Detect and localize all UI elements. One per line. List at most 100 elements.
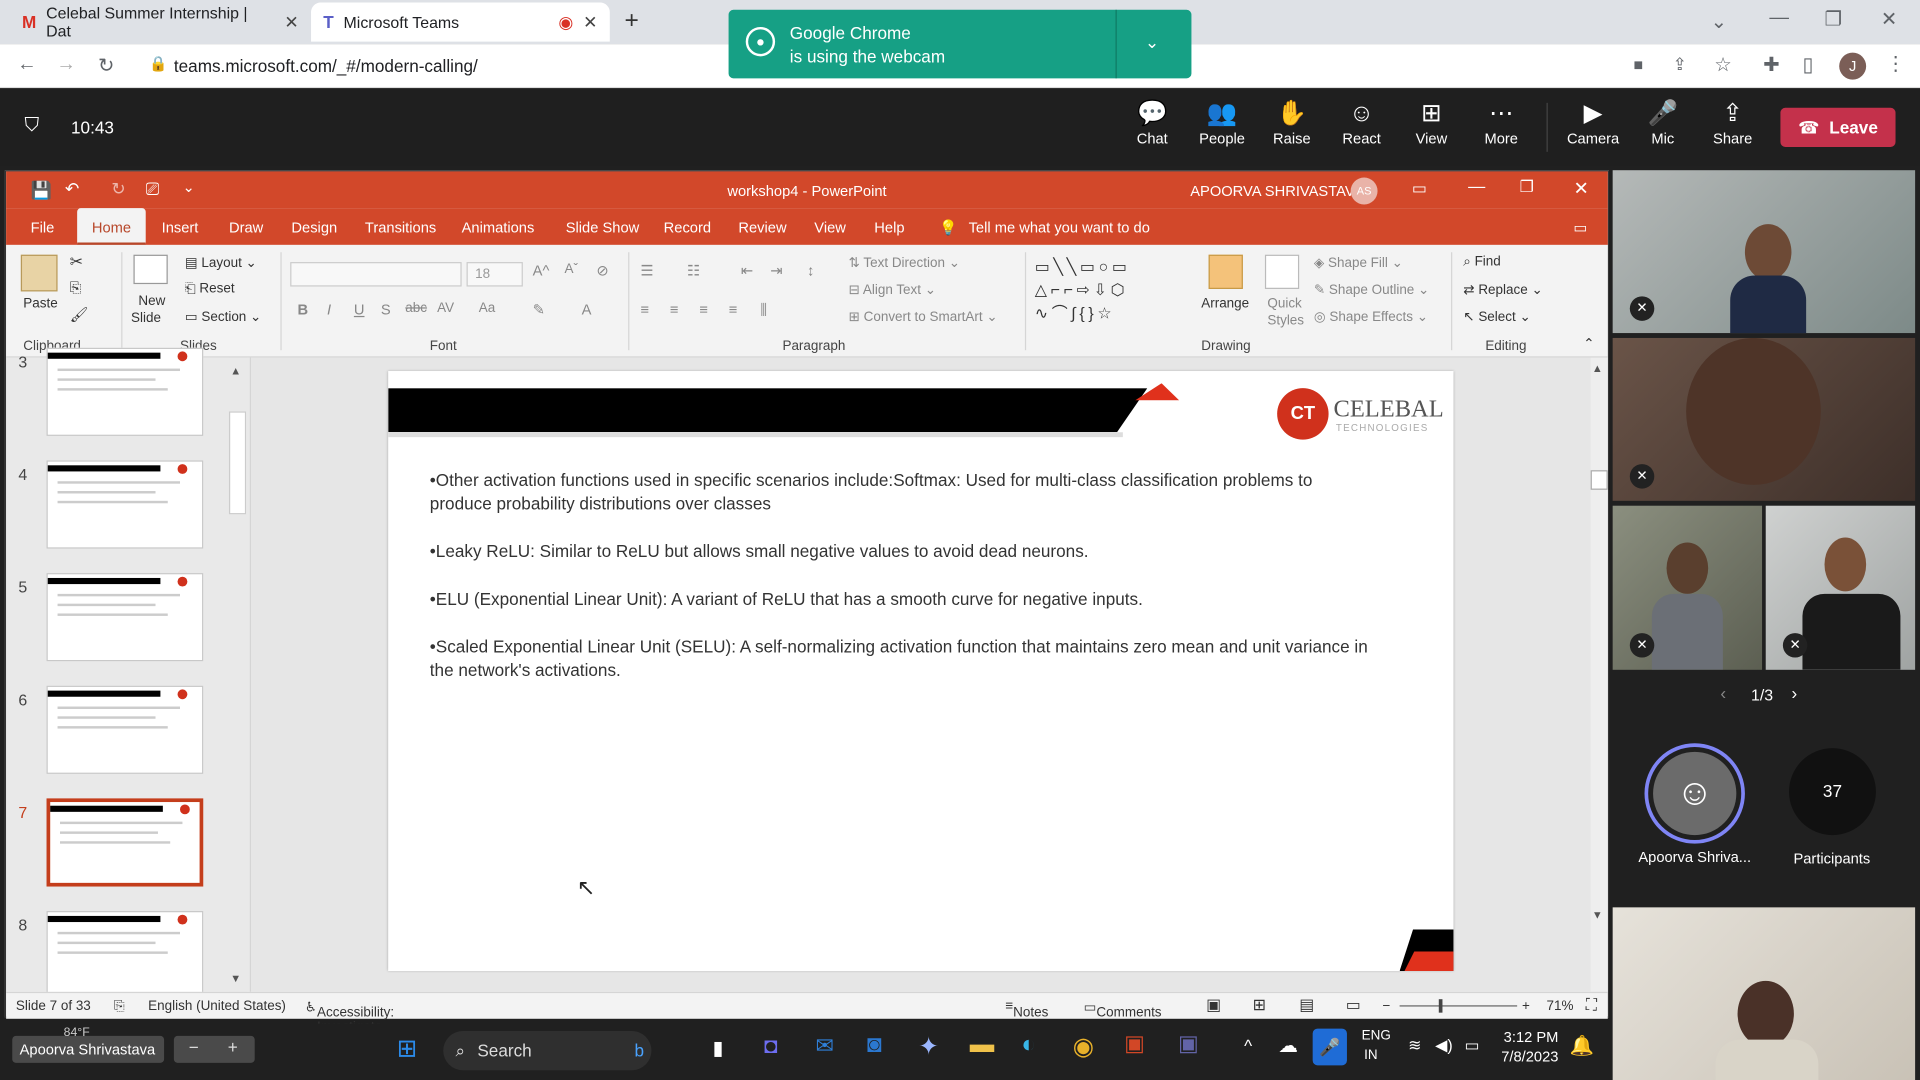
volume-icon[interactable]: ◀) [1435,1036,1453,1056]
convert-smartart-button[interactable]: ⊞ Convert to SmartArt ⌄ [849,309,998,325]
teams-icon[interactable]: ▣ [1178,1031,1199,1057]
tab-file[interactable]: File [31,219,55,236]
new-slide-button[interactable]: New [138,294,165,309]
browser-tab-teams[interactable]: T Microsoft Teams ◉ ✕ [311,2,610,42]
italic-icon[interactable]: I [327,301,331,318]
participant-video-3[interactable]: ✕ [1612,505,1763,670]
wifi-icon[interactable]: ≋ [1408,1036,1421,1056]
tab-animations[interactable]: Animations [462,219,535,236]
extensions-icon[interactable]: ✚ [1763,53,1779,77]
maximize-icon[interactable]: ❐ [1825,7,1843,31]
taskbar-search[interactable]: ⌕ Search b [443,1031,652,1071]
tab-transitions[interactable]: Transitions [365,219,436,236]
zoom-level[interactable]: 71% [1547,999,1574,1014]
chrome-icon[interactable]: ◉ [1073,1031,1094,1062]
close-tab-icon[interactable]: ✕ [284,12,298,33]
zoom-out-icon[interactable]: − [1382,999,1390,1014]
align-left-icon[interactable]: ≡ [640,301,649,318]
line-spacing-icon[interactable]: ↕ [807,262,814,279]
mic-active-icon[interactable]: 🎤 [1312,1028,1347,1066]
bullets-icon[interactable]: ☰ [640,262,653,279]
slide-bullet[interactable]: •Scaled Exponential Linear Unit (SELU): … [430,636,1373,683]
slide-scrollbar[interactable]: ▲ ▼ [1590,357,1608,992]
battery-icon[interactable]: ▭ [1465,1036,1480,1056]
arrange-button[interactable]: Arrange [1201,296,1249,311]
mic-button[interactable]: 🎤 Mic [1629,98,1698,159]
slide-bullet[interactable]: •Other activation functions used in spec… [430,469,1373,516]
tab-design[interactable]: Design [291,219,337,236]
text-direction-button[interactable]: ⇅ Text Direction ⌄ [849,255,960,271]
language-status[interactable]: English (United States) [148,999,286,1014]
strikethrough-icon[interactable]: abc [405,301,427,316]
slide-sorter-icon[interactable]: ⊞ [1253,996,1266,1016]
shape-effects-button[interactable]: ◎ Shape Effects ⌄ [1314,309,1428,325]
format-painter-icon[interactable]: 🖌 [70,306,89,323]
cut-icon[interactable]: ✂ [70,252,83,272]
tab-draw[interactable]: Draw [229,219,263,236]
underline-icon[interactable]: U [354,301,365,318]
slide-bullet[interactable]: •ELU (Exponential Linear Unit): A varian… [430,588,1373,611]
accessibility-status[interactable]: ♿ Accessibility: Investigate [305,999,394,1034]
present-icon[interactable]: ⎚ [146,179,160,200]
decrease-indent-icon[interactable]: ⇤ [741,262,753,279]
tab-home[interactable]: Home [77,208,146,245]
view-button[interactable]: ⊞ View [1397,98,1466,159]
justify-icon[interactable]: ≡ [729,301,738,318]
chrome-menu-icon[interactable]: ⋮ [1886,51,1906,75]
side-panel-icon[interactable]: ▯ [1802,53,1813,77]
spacing-icon[interactable]: AV [437,301,454,316]
close-tab-icon[interactable]: ✕ [583,12,597,33]
clock-time[interactable]: 3:12 PM [1504,1029,1559,1046]
share-button[interactable]: ⇪ Share [1698,98,1767,159]
chat-button[interactable]: 💬 Chat [1118,98,1187,159]
tab-slide-show[interactable]: Slide Show [566,219,640,236]
site-info-icon[interactable]: 🔒 [149,55,167,72]
quick-styles-icon[interactable] [1264,254,1300,289]
reload-icon[interactable]: ↻ [98,54,114,78]
task-view-icon[interactable]: ▮ [713,1036,724,1060]
comments-icon[interactable]: ▭ [1573,219,1587,236]
presenter-avatar[interactable]: ☺ [1644,743,1745,844]
tab-search-icon[interactable]: ⌄ [1711,10,1727,34]
shrink-font-icon[interactable]: Aˇ [564,262,577,277]
mail-icon[interactable]: ✉ [816,1033,834,1059]
replace-button[interactable]: ⇄ Replace ⌄ [1463,282,1542,298]
back-icon[interactable]: ← [17,54,37,76]
select-button[interactable]: ↖ Select ⌄ [1463,309,1531,325]
file-explorer-icon[interactable]: ▬ [970,1031,994,1059]
normal-view-icon[interactable]: ▣ [1206,996,1221,1016]
leave-button[interactable]: ☎ Leave [1780,107,1896,147]
tab-help[interactable]: Help [874,219,904,236]
arrange-icon[interactable] [1208,254,1243,289]
language-indicator[interactable]: ENG [1362,1029,1391,1044]
onedrive-icon[interactable]: ☁ [1278,1033,1298,1057]
teams-chat-icon[interactable]: ◘ [764,1033,777,1059]
react-button[interactable]: ☺ React [1327,98,1396,159]
copy-icon[interactable]: ⎘ [70,279,82,297]
current-slide[interactable]: CT CELEBAL TECHNOLOGIES •Other activatio… [388,371,1454,972]
align-center-icon[interactable]: ≡ [670,301,679,318]
weather-text[interactable]: 84°F [64,1026,90,1039]
slide-thumbnail[interactable] [46,798,204,887]
align-right-icon[interactable]: ≡ [699,301,708,318]
numbering-icon[interactable]: ☷ [687,262,700,279]
notes-button[interactable]: ≡ Notes [1005,999,1048,1020]
change-case-icon[interactable]: Aa [479,301,495,316]
thumbnail-scrollbar[interactable]: ▲ ▼ [228,357,247,992]
people-button[interactable]: 👥 People [1188,98,1257,159]
slide-thumbnail[interactable] [46,573,204,662]
store-icon[interactable]: ◙ [867,1031,882,1059]
ppt-restore-icon[interactable]: ❐ [1520,178,1534,198]
font-size-select[interactable]: 18 [466,262,523,287]
tab-view[interactable]: View [814,219,846,236]
paste-button[interactable]: Paste [23,296,57,311]
quick-styles-button[interactable]: Quick [1267,296,1301,311]
participants-count[interactable]: 37 [1788,748,1876,836]
slideshow-icon[interactable]: ▭ [1346,996,1361,1016]
shape-fill-button[interactable]: ◈ Shape Fill ⌄ [1314,255,1403,271]
increase-indent-icon[interactable]: ⇥ [770,262,782,279]
collapse-ribbon-icon[interactable]: ⌃ [1583,336,1594,352]
edge-icon[interactable]: ◐ [1021,1031,1036,1059]
user-avatar[interactable]: AS [1350,177,1378,205]
redo-icon[interactable]: ↻ [111,179,125,200]
